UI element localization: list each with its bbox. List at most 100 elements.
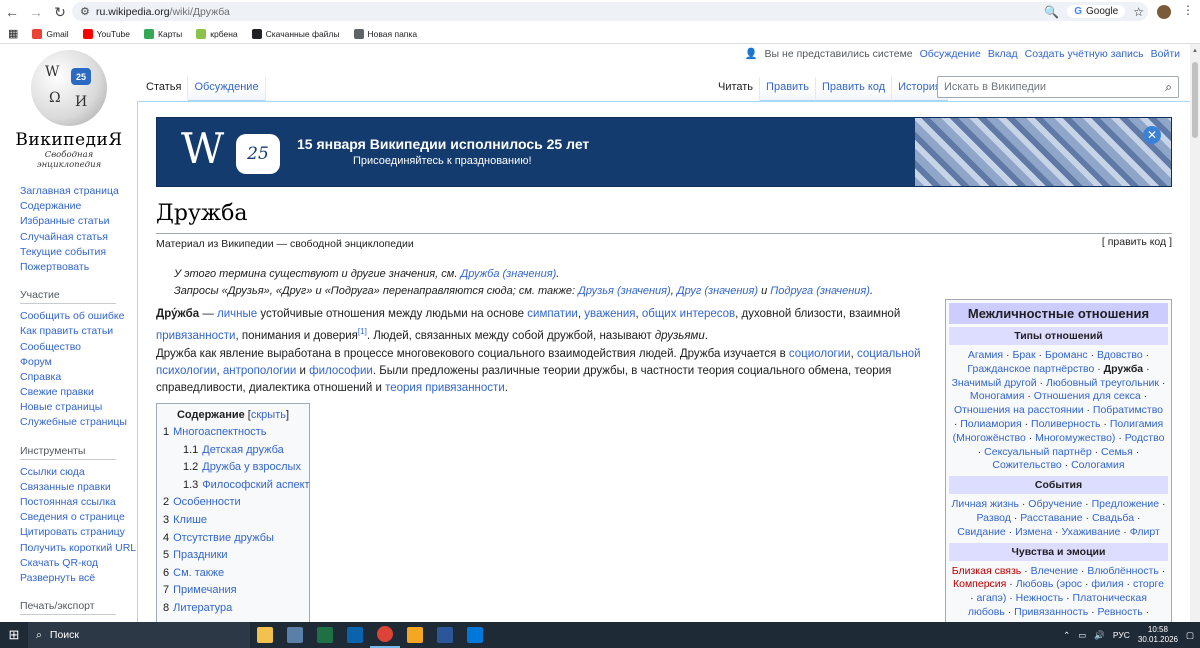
bookmark-star-icon[interactable]: ☆ xyxy=(1133,5,1144,19)
scroll-up-icon[interactable]: ▲ xyxy=(1192,48,1198,54)
sidebar-item[interactable]: Служебные страницы xyxy=(20,415,137,430)
navbox-link[interactable]: Комперсия xyxy=(953,578,1006,590)
sidebar-item[interactable]: Связанные правки xyxy=(20,480,137,495)
profile-avatar[interactable] xyxy=(1157,5,1171,19)
navbox-link[interactable]: Сожительство xyxy=(992,459,1061,471)
navbox-link[interactable]: Брак xyxy=(1012,349,1035,361)
wiki-search-input[interactable]: Искать в Википедии ⌕ xyxy=(937,76,1179,98)
edit-section-link[interactable]: [ править код ] xyxy=(1102,236,1172,248)
chevron-up-icon[interactable]: ⌃ xyxy=(1063,630,1070,641)
bookmark-item[interactable]: Новая папка xyxy=(353,28,417,39)
navbox-link[interactable]: Сологамия xyxy=(1071,459,1124,471)
article-link[interactable]: личные xyxy=(217,308,257,320)
disambig-link[interactable]: Друг (значения) xyxy=(677,285,758,297)
navbox-link[interactable]: Обручение xyxy=(1028,498,1082,510)
navbox-link[interactable]: Значимый другой xyxy=(952,377,1037,389)
menu-icon[interactable]: ⋮ xyxy=(1182,3,1194,17)
toc-item[interactable]: 2 Особенности xyxy=(163,496,303,514)
sidebar-item[interactable]: Пожертвовать xyxy=(20,260,137,275)
navbox-link[interactable]: Вдовство xyxy=(1097,349,1143,361)
sidebar-item[interactable]: Свежие правки xyxy=(20,385,137,400)
navbox-link[interactable]: Свадьба xyxy=(1092,512,1134,524)
navbox-link[interactable]: Гражданское партнёрство xyxy=(967,363,1094,375)
create-account-link[interactable]: Создать учётную запись xyxy=(1025,48,1144,60)
navbox-link[interactable]: Отношения на расстоянии xyxy=(954,404,1084,416)
navbox-link[interactable]: Моногамия xyxy=(970,390,1025,402)
article-link[interactable]: социологии xyxy=(789,348,851,360)
navbox-link[interactable]: Близкая связь xyxy=(952,565,1022,577)
sidebar-item[interactable]: Ссылки сюда xyxy=(20,465,137,480)
language-indicator[interactable]: РУС xyxy=(1113,630,1130,640)
bookmark-item[interactable]: YouTube xyxy=(82,28,130,39)
navbox-link[interactable]: сторге xyxy=(1133,578,1164,590)
tab-edit-source[interactable]: Править код xyxy=(815,77,893,101)
back-icon[interactable]: ← xyxy=(0,1,24,23)
excel-app-icon[interactable] xyxy=(310,622,340,648)
toc-link[interactable]: Примечания xyxy=(173,584,237,596)
bookmark-item[interactable]: Карты xyxy=(144,28,182,39)
navbox-link[interactable]: Семья xyxy=(1101,446,1133,458)
toc-item[interactable]: 6 См. также xyxy=(163,567,303,585)
toc-link[interactable]: Многоаспектность xyxy=(173,426,266,438)
tab-read[interactable]: Читать xyxy=(712,77,761,101)
site-info-icon[interactable]: ⚙ xyxy=(80,5,96,18)
sidebar-item[interactable]: Скачать QR-код xyxy=(20,556,137,571)
navbox-link[interactable]: Отношения для секса xyxy=(1034,390,1141,402)
tab-edit[interactable]: Править xyxy=(760,77,816,101)
sidebar-item[interactable]: Форум xyxy=(20,355,137,370)
toc-item[interactable]: 3 Клише xyxy=(163,514,303,532)
apps-grid-icon[interactable]: ▦ xyxy=(8,27,18,40)
navbox-link[interactable]: Предложение xyxy=(1092,498,1159,510)
toc-item[interactable]: 1 Многоаспектность xyxy=(163,426,303,444)
toc-item[interactable]: 1.3 Философский аспект xyxy=(163,479,310,497)
scroll-thumb[interactable] xyxy=(1192,62,1198,138)
sidebar-item[interactable]: Заглавная страница xyxy=(20,184,137,199)
reference-link[interactable]: [1] xyxy=(358,327,367,336)
taskbar-search[interactable]: ⌕ Поиск xyxy=(28,622,250,648)
article-link[interactable]: теория привязанности xyxy=(385,382,505,394)
article-link[interactable]: антропологии xyxy=(223,365,296,377)
toc-link[interactable]: Философский аспект xyxy=(202,479,309,491)
calculator-app-icon[interactable] xyxy=(280,622,310,648)
anniversary-banner[interactable]: W 25 15 января Википедии исполнилось 25 … xyxy=(156,117,1172,187)
sidebar-item[interactable]: Новые страницы xyxy=(20,400,137,415)
talk-link[interactable]: Обсуждение xyxy=(920,48,981,60)
toc-link[interactable]: Отсутствие дружбы xyxy=(173,532,274,544)
tab-article[interactable]: Статья xyxy=(140,77,189,101)
sidebar-item[interactable]: Случайная статья xyxy=(20,230,137,245)
bookmark-item[interactable]: крбена xyxy=(196,28,238,39)
disambig-link[interactable]: Друзья (значения) xyxy=(578,285,671,297)
sidebar-item[interactable]: Постоянная ссылка xyxy=(20,495,137,510)
toc-link[interactable]: Дружба у взрослых xyxy=(202,461,301,473)
search-engine-chip[interactable]: G Google xyxy=(1067,5,1126,18)
toc-item[interactable]: 5 Праздники xyxy=(163,549,303,567)
navbox-link[interactable]: Расставание xyxy=(1020,512,1082,524)
volume-icon[interactable]: 🔊 xyxy=(1094,630,1105,641)
navbox-title[interactable]: Межличностные отношения xyxy=(949,303,1168,324)
navbox-link[interactable]: Побратимство xyxy=(1093,404,1163,416)
toc-link[interactable]: Детская дружба xyxy=(202,444,284,456)
sidebar-item[interactable]: Содержание xyxy=(20,199,137,214)
navbox-link[interactable]: Привязанность xyxy=(1014,606,1088,618)
navbox-link[interactable]: Флирт xyxy=(1130,526,1160,538)
navbox-link[interactable]: Броманс xyxy=(1045,349,1088,361)
navbox-link[interactable]: Влюблённость xyxy=(1087,565,1158,577)
navbox-link[interactable]: филия xyxy=(1091,578,1123,590)
toc-link[interactable]: Праздники xyxy=(173,549,227,561)
navbox-link[interactable]: Многомужество) xyxy=(1035,432,1115,444)
navbox-link[interactable]: Полиамория xyxy=(960,418,1021,430)
page-scrollbar[interactable]: ▲ xyxy=(1190,44,1200,622)
sidebar-item[interactable]: Избранные статьи xyxy=(20,214,137,229)
disambig-link[interactable]: Дружба (значения) xyxy=(460,268,556,280)
navbox-link[interactable]: Личная жизнь xyxy=(952,498,1019,510)
navbox-link[interactable]: Любовь (эрос xyxy=(1016,578,1082,590)
network-icon[interactable]: ▭ xyxy=(1078,630,1086,641)
file-explorer-app-icon[interactable] xyxy=(250,622,280,648)
tab-discussion[interactable]: Обсуждение xyxy=(188,77,266,101)
sidebar-item[interactable]: Сообщить об ошибке xyxy=(20,309,137,324)
bookmark-item[interactable]: Скачанные файлы xyxy=(251,28,340,39)
address-bar[interactable]: ⚙ ru.wikipedia.org/wiki/Дружба 🔍 G Google… xyxy=(72,2,1148,21)
bookmark-item[interactable]: Gmail xyxy=(32,28,69,39)
sidebar-item[interactable]: Текущие события xyxy=(20,245,137,260)
navbox-link[interactable]: Агамия xyxy=(968,349,1003,361)
